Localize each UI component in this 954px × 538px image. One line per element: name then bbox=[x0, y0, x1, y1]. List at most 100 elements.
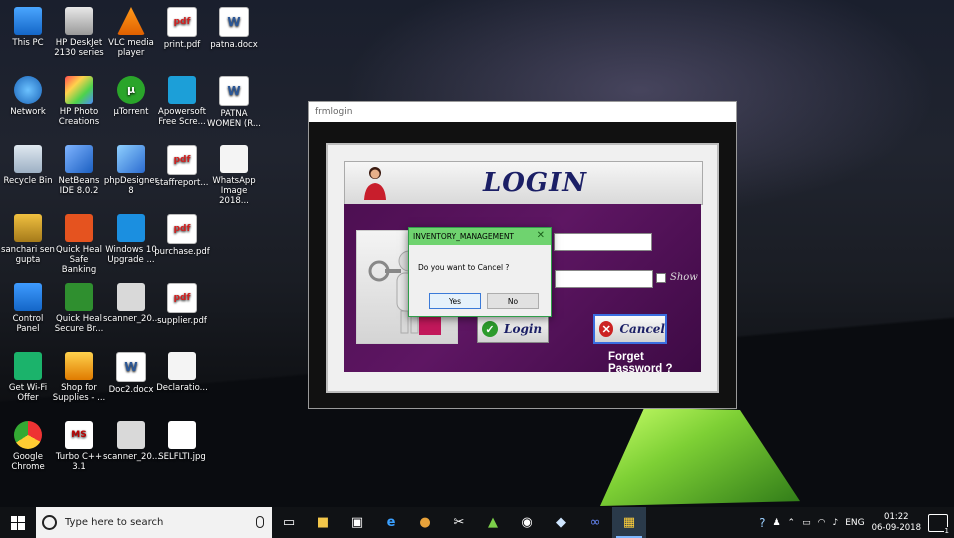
desktop-icon-label: Apowersoft Free Scre... bbox=[158, 107, 206, 127]
control-panel-icon bbox=[14, 283, 42, 311]
dropbox-icon[interactable]: ◆ bbox=[544, 507, 578, 538]
close-icon[interactable]: ✕ bbox=[537, 230, 545, 241]
username-field[interactable] bbox=[554, 233, 652, 251]
desktop-icon[interactable]: HP DeskJet 2130 series bbox=[51, 7, 107, 58]
desktop-icon[interactable]: Get Wi-Fi Offer bbox=[0, 352, 56, 403]
desktop-icon[interactable]: phpDesigner 8 bbox=[103, 145, 159, 196]
desktop-icon[interactable]: Windows 10 Upgrade ... bbox=[103, 214, 159, 265]
no-button[interactable]: No bbox=[487, 293, 539, 309]
taskbar-search[interactable]: Type here to search bbox=[36, 507, 272, 538]
printer-icon bbox=[65, 7, 93, 35]
desktop-icon-label: SELFLTI.jpg bbox=[158, 452, 206, 462]
notification-icon[interactable]: 1 bbox=[928, 513, 950, 535]
pdf-file-icon: pdf bbox=[167, 214, 197, 244]
desktop-icon[interactable]: pdf print.pdf bbox=[154, 7, 210, 50]
recycle-bin-icon bbox=[14, 145, 42, 173]
desktop-icon[interactable]: Wpatna.docx bbox=[206, 7, 262, 50]
help-icon[interactable]: ? bbox=[759, 516, 765, 530]
confirm-cancel-dialog[interactable]: INVENTORY_MANAGEMENT ✕ Do you want to Ca… bbox=[408, 227, 552, 317]
battery-icon[interactable]: ▭ bbox=[802, 518, 811, 528]
desktop-icon[interactable]: NetBeans IDE 8.0.2 bbox=[51, 145, 107, 196]
volume-icon[interactable]: ♪ bbox=[832, 518, 838, 528]
system-tray: ? ♟ ⌃ ▭ ◠ ♪ ENG 01:22 06-09-2018 1 bbox=[759, 507, 954, 538]
clock-time: 01:22 bbox=[884, 511, 909, 522]
file-explorer-icon[interactable]: ■ bbox=[306, 507, 340, 538]
desktop-icon-label: WhatsApp Image 2018... bbox=[212, 176, 256, 206]
store-icon[interactable]: ▣ bbox=[340, 507, 374, 538]
desktop-icon[interactable]: This PC bbox=[0, 7, 56, 48]
desktop-icon-label: scanner_20... bbox=[103, 314, 160, 324]
forget-password-link[interactable]: Forget Password ? bbox=[608, 351, 701, 375]
word-file-icon: W bbox=[219, 76, 249, 106]
phpdesigner-icon bbox=[117, 145, 145, 173]
checkmark-icon: ✓ bbox=[482, 321, 498, 337]
chrome-taskbar-icon[interactable]: ● bbox=[408, 507, 442, 538]
desktop-icon-label: HP DeskJet 2130 series bbox=[54, 38, 104, 58]
running-app-icon[interactable]: ▦ bbox=[612, 507, 646, 538]
clock[interactable]: 01:22 06-09-2018 bbox=[872, 512, 921, 534]
desktop-icon[interactable]: Declaratio... bbox=[154, 352, 210, 393]
login-heading: LOGIN bbox=[483, 168, 588, 198]
desktop-icon[interactable]: µ µTorrent bbox=[103, 76, 159, 117]
desktop-icon[interactable]: scanner_20... bbox=[103, 283, 160, 324]
user-folder-icon bbox=[14, 214, 42, 242]
edge-icon[interactable]: e bbox=[374, 507, 408, 538]
yes-button[interactable]: Yes bbox=[429, 293, 481, 309]
desktop-icon-label: purchase.pdf bbox=[154, 247, 210, 257]
scan-file-icon bbox=[117, 283, 145, 311]
network-icon bbox=[14, 76, 42, 104]
password-field[interactable] bbox=[555, 270, 653, 288]
desktop-icon[interactable]: HP Photo Creations bbox=[51, 76, 107, 127]
tripadvisor-icon[interactable]: ◉ bbox=[510, 507, 544, 538]
desktop-icon[interactable]: W Doc2.docx bbox=[103, 352, 159, 395]
quickheal-icon bbox=[65, 214, 93, 242]
desktop-icon[interactable]: scanner_20... bbox=[103, 421, 160, 462]
desktop-icon[interactable]: VLC media player bbox=[103, 7, 159, 58]
chevron-up-icon[interactable]: ⌃ bbox=[788, 518, 796, 528]
desktop-icon[interactable]: pdf purchase.pdf bbox=[154, 214, 210, 257]
show-password-checkbox[interactable] bbox=[656, 272, 666, 283]
desktop: This PC HP DeskJet 2130 series VLC media p… bbox=[0, 0, 954, 507]
desktop-icon[interactable]: Quick Heal Safe Banking bbox=[51, 214, 107, 275]
desktop-icon[interactable]: W PATNA WOMEN (R... bbox=[206, 76, 262, 129]
desktop-icon-label: This PC bbox=[12, 38, 44, 48]
desktop-icon-label: NetBeans IDE 8.0.2 bbox=[58, 176, 100, 196]
desktop-icon[interactable]: Recycle Bin bbox=[0, 145, 56, 186]
desktop-icon-label: Quick Heal Safe Banking bbox=[56, 245, 102, 275]
people-icon[interactable]: ♟ bbox=[772, 518, 780, 528]
desktop-icon[interactable]: SELFLTI.jpg bbox=[154, 421, 210, 462]
cancel-button[interactable]: ✕ Cancel bbox=[593, 314, 667, 344]
microphone-icon[interactable] bbox=[256, 516, 264, 528]
pdf-file-icon: pdf bbox=[167, 7, 197, 37]
show-password-toggle[interactable]: Show bbox=[656, 272, 698, 283]
desktop-icon[interactable]: Control Panel bbox=[0, 283, 56, 334]
wifi-icon[interactable]: ◠ bbox=[818, 518, 826, 528]
infinity-icon[interactable]: ∞ bbox=[578, 507, 612, 538]
desktop-icon[interactable]: Quick Heal Secure Br... bbox=[51, 283, 107, 334]
login-button-label: Login bbox=[504, 322, 543, 336]
desktop-icon[interactable]: pdf staffreport... bbox=[154, 145, 210, 188]
desktop-icon-label: Windows 10 Upgrade ... bbox=[105, 245, 157, 265]
desktop-icon[interactable]: Shop for Supplies - ... bbox=[51, 352, 107, 403]
desktop-icon-label: patna.docx bbox=[210, 40, 258, 50]
desktop-icon[interactable]: pdf supplier.pdf bbox=[154, 283, 210, 326]
login-button[interactable]: ✓ Login bbox=[477, 315, 549, 343]
language-indicator[interactable]: ENG bbox=[845, 518, 864, 528]
desktop-icon-label: supplier.pdf bbox=[157, 316, 207, 326]
desktop-icon[interactable]: Google Chrome bbox=[0, 421, 56, 472]
desktop-icon-label: Doc2.docx bbox=[108, 385, 154, 395]
android-icon[interactable]: ▲ bbox=[476, 507, 510, 538]
apowersoft-icon bbox=[168, 76, 196, 104]
desktop-icon[interactable]: Apowersoft Free Scre... bbox=[154, 76, 210, 127]
desktop-icon[interactable]: sanchari sen gupta bbox=[0, 214, 56, 265]
start-button[interactable] bbox=[0, 507, 36, 538]
desktop-icon[interactable]: Network bbox=[0, 76, 56, 117]
search-icon bbox=[42, 515, 57, 530]
desktop-icon[interactable]: WhatsApp Image 2018... bbox=[206, 145, 262, 206]
desktop-icon-label: scanner_20... bbox=[103, 452, 160, 462]
taskbar: Type here to search ▭ ■ ▣ e ● ✂ ▲ ◉ ◆ ∞ … bbox=[0, 507, 954, 538]
desktop-icon[interactable]: MS Turbo C++ 3.1 bbox=[51, 421, 107, 472]
desktop-icon-label: PATNA WOMEN (R... bbox=[207, 109, 261, 129]
tools-icon[interactable]: ✂ bbox=[442, 507, 476, 538]
task-view-icon[interactable]: ▭ bbox=[272, 507, 306, 538]
